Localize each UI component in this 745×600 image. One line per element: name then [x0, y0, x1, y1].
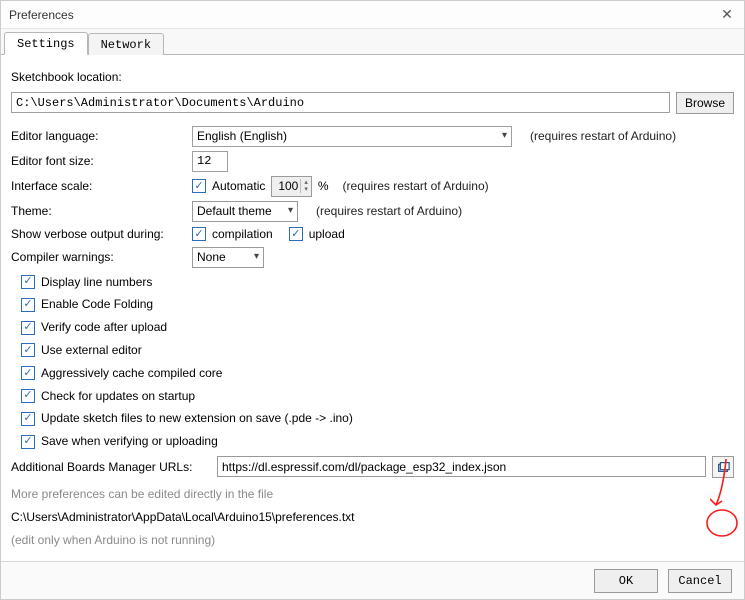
interface-scale-pct: %	[318, 178, 329, 195]
close-icon[interactable]: ✕	[718, 6, 736, 23]
window-icon	[716, 460, 730, 474]
sketchbook-label: Sketchbook location:	[11, 69, 734, 86]
verify-code-after-upload-label: Verify code after upload	[41, 319, 167, 336]
enable-code-folding-label: Enable Code Folding	[41, 296, 153, 313]
verbose-upload-label: upload	[309, 226, 345, 243]
editor-language-hint: (requires restart of Arduino)	[530, 128, 676, 145]
interface-scale-label: Interface scale:	[11, 178, 186, 195]
tab-network[interactable]: Network	[88, 33, 164, 55]
footnote-3: (edit only when Arduino is not running)	[11, 532, 734, 549]
verbose-upload-checkbox[interactable]	[289, 227, 303, 241]
ok-button[interactable]: OK	[594, 569, 658, 593]
chevron-down-icon: ▾	[502, 129, 507, 143]
chevron-down-icon: ▾	[288, 204, 293, 218]
spinner-up-icon[interactable]: ▴	[304, 179, 308, 186]
check-updates-checkbox[interactable]	[21, 389, 35, 403]
browse-button[interactable]: Browse	[676, 92, 734, 114]
editor-language-select[interactable]: English (English) ▾	[192, 126, 512, 147]
window-title: Preferences	[9, 8, 74, 22]
save-when-verify-checkbox[interactable]	[21, 435, 35, 449]
theme-hint: (requires restart of Arduino)	[316, 203, 462, 220]
chevron-down-icon: ▾	[254, 250, 259, 264]
interface-scale-hint: (requires restart of Arduino)	[343, 178, 489, 195]
compiler-warnings-label: Compiler warnings:	[11, 249, 186, 266]
cancel-button[interactable]: Cancel	[668, 569, 732, 593]
editor-language-value: English (English)	[197, 128, 287, 145]
verbose-compilation-checkbox[interactable]	[192, 227, 206, 241]
editor-language-label: Editor language:	[11, 128, 186, 145]
boards-urls-label: Additional Boards Manager URLs:	[11, 459, 211, 476]
interface-scale-spinner[interactable]: ▴▾	[271, 176, 312, 197]
theme-value: Default theme	[197, 203, 272, 220]
interface-scale-automatic-checkbox[interactable]	[192, 179, 206, 193]
display-line-numbers-label: Display line numbers	[41, 274, 152, 291]
tab-settings[interactable]: Settings	[4, 32, 88, 55]
theme-label: Theme:	[11, 203, 186, 220]
enable-code-folding-checkbox[interactable]	[21, 298, 35, 312]
spinner-down-icon[interactable]: ▾	[304, 186, 308, 193]
use-external-editor-checkbox[interactable]	[21, 343, 35, 357]
compiler-warnings-value: None	[197, 249, 226, 266]
boards-urls-input[interactable]	[217, 456, 706, 477]
use-external-editor-label: Use external editor	[41, 342, 142, 359]
compiler-warnings-select[interactable]: None ▾	[192, 247, 264, 268]
footnote-1: More preferences can be edited directly …	[11, 486, 734, 503]
theme-select[interactable]: Default theme ▾	[192, 201, 298, 222]
update-sketch-ext-checkbox[interactable]	[21, 412, 35, 426]
verify-code-after-upload-checkbox[interactable]	[21, 321, 35, 335]
check-updates-label: Check for updates on startup	[41, 388, 195, 405]
aggressively-cache-label: Aggressively cache compiled core	[41, 365, 222, 382]
display-line-numbers-checkbox[interactable]	[21, 275, 35, 289]
update-sketch-ext-label: Update sketch files to new extension on …	[41, 410, 353, 427]
expand-urls-button[interactable]	[712, 456, 734, 478]
verbose-compilation-label: compilation	[212, 226, 273, 243]
sketchbook-path-input[interactable]	[11, 92, 670, 113]
aggressively-cache-checkbox[interactable]	[21, 366, 35, 380]
footer: OK Cancel	[1, 561, 744, 599]
interface-scale-automatic-label: Automatic	[212, 178, 265, 195]
save-when-verify-label: Save when verifying or uploading	[41, 433, 218, 450]
editor-font-size-label: Editor font size:	[11, 153, 186, 170]
footnote-path: C:\Users\Administrator\AppData\Local\Ard…	[11, 509, 734, 526]
verbose-label: Show verbose output during:	[11, 226, 186, 243]
editor-font-size-input[interactable]	[192, 151, 228, 172]
interface-scale-value[interactable]	[272, 179, 300, 193]
body: Sketchbook location: Browse Editor langu…	[1, 55, 744, 561]
tabstrip: Settings Network	[1, 29, 744, 55]
